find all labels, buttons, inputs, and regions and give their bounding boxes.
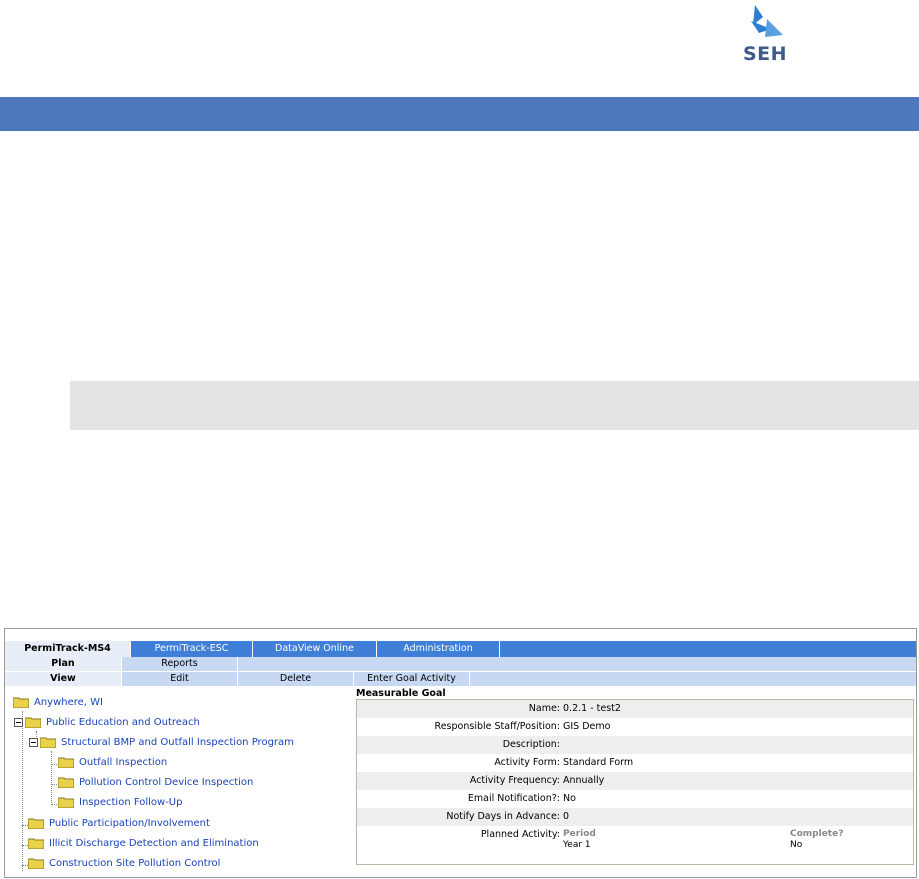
tree-item-construction-site[interactable]: Construction Site Pollution Control (28, 857, 220, 871)
folder-icon (25, 717, 41, 728)
field-row-responsible-staff: Responsible Staff/Position: GIS Demo (357, 718, 913, 736)
field-row-activity-frequency: Activity Frequency: Annually (357, 772, 913, 790)
folder-icon (58, 797, 74, 808)
field-label: Email Notification?: (467, 793, 560, 804)
field-label: Responsible Staff/Position: (434, 721, 560, 732)
field-row-activity-form: Activity Form: Standard Form (357, 754, 913, 772)
goal-title: Measurable Goal (356, 688, 446, 699)
seh-logo-mark (751, 5, 783, 37)
tree-label: Anywhere, WI (34, 697, 104, 708)
complete-header: Complete? (790, 829, 844, 839)
subtab-edit[interactable]: Edit (122, 672, 238, 686)
field-label: Description: (502, 739, 560, 750)
app-screenshot: PermiTrack-MS4 PermiTrack-ESC DataView O… (4, 628, 917, 878)
tree-label: Illicit Discharge Detection and Eliminat… (49, 838, 259, 849)
tree-label: Public Education and Outreach (46, 717, 200, 728)
tree-connector (51, 751, 52, 805)
tab-administration[interactable]: Administration (377, 641, 500, 657)
tree-label: Inspection Follow-Up (79, 797, 183, 808)
tree-item-public-education[interactable]: Public Education and Outreach (14, 716, 200, 730)
goal-details: Name: 0.2.1 - test2 Responsible Staff/Po… (356, 699, 914, 865)
subtabs-row-2: View Edit Delete Enter Goal Activity (5, 672, 916, 686)
header-banner (0, 97, 919, 131)
field-label: Notify Days in Advance: (446, 811, 560, 822)
tree-label: Construction Site Pollution Control (49, 858, 221, 869)
subtab-enter-goal-activity[interactable]: Enter Goal Activity (354, 672, 470, 686)
subtab-view[interactable]: View (5, 672, 122, 686)
folder-icon (13, 697, 29, 708)
collapse-icon[interactable] (29, 737, 38, 747)
period-header: Period (563, 829, 596, 839)
field-row-description: Description: (357, 736, 913, 754)
grey-band (70, 381, 919, 430)
tree-item-illicit-discharge[interactable]: Illicit Discharge Detection and Eliminat… (28, 837, 259, 851)
field-value: Annually (563, 775, 605, 786)
folder-icon (40, 737, 56, 748)
tab-dataview-online[interactable]: DataView Online (253, 641, 377, 657)
seh-logo: SEH (735, 5, 795, 67)
complete-column: Complete? No (790, 829, 843, 851)
subtab-reports[interactable]: Reports (122, 657, 238, 671)
period-column: Period Year 1 (563, 829, 596, 851)
folder-icon (28, 858, 44, 869)
field-row-notify-days: Notify Days in Advance: 0 (357, 808, 913, 826)
field-value: GIS Demo (563, 721, 611, 732)
collapse-icon[interactable] (14, 717, 23, 727)
folder-icon (28, 818, 44, 829)
tree-label: Structural BMP and Outfall Inspection Pr… (61, 737, 294, 748)
seh-logo-text: SEH (743, 43, 788, 65)
tree-label: Pollution Control Device Inspection (79, 777, 254, 788)
folder-icon (28, 838, 44, 849)
folder-icon (58, 777, 74, 788)
main-tabs: PermiTrack-MS4 PermiTrack-ESC DataView O… (5, 641, 916, 657)
tree-connector (22, 711, 23, 871)
tree-item-public-participation[interactable]: Public Participation/Involvement (28, 817, 210, 831)
field-label: Activity Form: (494, 757, 560, 768)
tree-item-structural-bmp[interactable]: Structural BMP and Outfall Inspection Pr… (29, 736, 294, 750)
field-row-name: Name: 0.2.1 - test2 (357, 700, 913, 718)
field-value: Standard Form (563, 757, 634, 768)
field-value: No (563, 793, 576, 804)
tree-label: Outfall Inspection (79, 757, 168, 768)
period-value: Year 1 (563, 840, 591, 850)
field-row-planned-activity: Planned Activity: Period Year 1 Complete… (357, 826, 913, 864)
tree-item-outfall-inspection[interactable]: Outfall Inspection (58, 756, 167, 770)
field-value: 0 (563, 811, 570, 822)
subtabs-row-1: Plan Reports (5, 657, 916, 671)
tree-label: Public Participation/Involvement (49, 818, 210, 829)
subtab-delete[interactable]: Delete (238, 672, 354, 686)
tree-item-root[interactable]: Anywhere, WI (13, 696, 103, 710)
folder-icon (58, 757, 74, 768)
field-row-email-notification: Email Notification?: No (357, 790, 913, 808)
subtab-plan[interactable]: Plan (5, 657, 122, 671)
field-label: Activity Frequency: (469, 775, 560, 786)
tree-item-pollution-control[interactable]: Pollution Control Device Inspection (58, 776, 253, 790)
field-value: 0.2.1 - test2 (563, 703, 621, 714)
field-label: Planned Activity: (480, 829, 560, 840)
field-label: Name: (528, 703, 560, 714)
complete-value: No (790, 840, 803, 850)
tab-permitrack-ms4[interactable]: PermiTrack-MS4 (5, 641, 131, 657)
tree-item-inspection-follow-up[interactable]: Inspection Follow-Up (58, 796, 182, 810)
tab-permitrack-esc[interactable]: PermiTrack-ESC (131, 641, 253, 657)
